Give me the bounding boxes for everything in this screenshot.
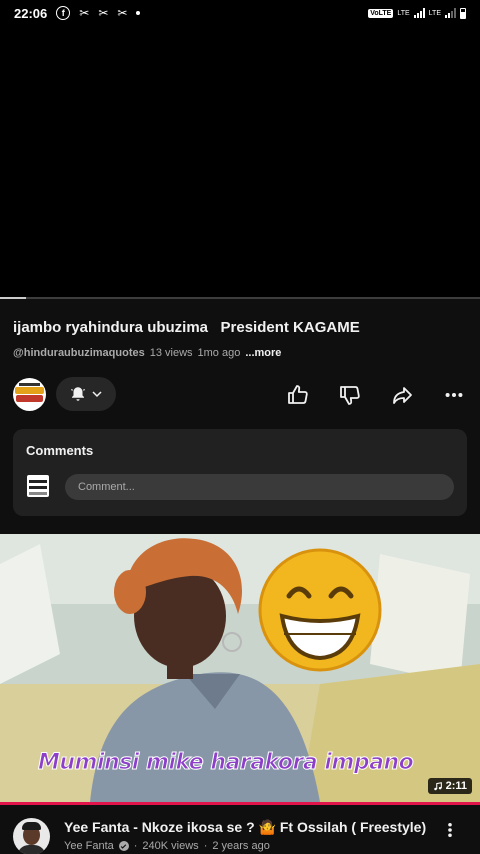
duration-badge: 2:11 xyxy=(427,778,472,794)
status-time: 22:06 xyxy=(14,5,48,21)
status-bar: 22:06 f ✂ ✂ ✂ VoLTE LTE LTE xyxy=(0,0,480,26)
capcut-icon: ✂ xyxy=(98,6,109,20)
share-button[interactable] xyxy=(389,382,415,408)
share-icon xyxy=(393,387,412,404)
watched-progress-bar xyxy=(0,802,480,805)
subscription-bell-button[interactable] xyxy=(56,377,116,411)
battery-icon xyxy=(460,7,466,19)
lte-label: LTE xyxy=(428,9,441,17)
recommended-video-thumbnail[interactable]: Muminsi mike harakora impano 2:11 xyxy=(0,534,480,802)
recommended-view-count: 240K views xyxy=(142,840,199,852)
recommended-video-meta: Yee Fanta · 240K views · 2 years ago xyxy=(64,840,270,852)
verified-icon xyxy=(118,841,129,851)
dislike-button[interactable] xyxy=(337,382,363,408)
notification-dot-icon xyxy=(136,11,141,15)
meta-separator: · xyxy=(133,840,138,852)
player-progress-fill xyxy=(0,297,27,299)
comments-panel[interactable]: Comments Comment... xyxy=(13,429,467,516)
more-horizontal-icon xyxy=(445,392,463,398)
meta-separator: · xyxy=(203,840,208,852)
more-description-link[interactable]: ...more xyxy=(245,347,281,359)
like-button[interactable] xyxy=(285,382,311,408)
facebook-icon: f xyxy=(56,6,71,20)
music-note-icon xyxy=(433,781,442,790)
capcut-icon: ✂ xyxy=(79,6,90,20)
user-avatar xyxy=(27,475,49,497)
recommended-channel-avatar[interactable] xyxy=(13,818,50,854)
more-vertical-icon xyxy=(448,822,452,838)
upload-age: 1mo ago xyxy=(197,347,241,359)
view-count: 13 views xyxy=(149,347,193,359)
chevron-down-icon xyxy=(92,391,102,398)
recommended-video-row[interactable]: Yee Fanta - Nkoze ikosa se ? 🤷 Ft Ossila… xyxy=(0,810,480,854)
bell-icon xyxy=(70,387,86,401)
player-progress-bar[interactable] xyxy=(0,297,480,299)
comment-input[interactable]: Comment... xyxy=(65,474,454,500)
video-title[interactable]: ijambo ryahindura ubuzima President KAGA… xyxy=(13,319,360,336)
duration-text: 2:11 xyxy=(445,780,467,792)
recommended-channel-name[interactable]: Yee Fanta xyxy=(64,840,114,852)
video-meta[interactable]: @hinduraubuzimaquotes 13 views 1mo ago .… xyxy=(13,347,281,359)
more-actions-button[interactable] xyxy=(441,382,467,408)
action-row xyxy=(0,374,480,414)
comments-title: Comments xyxy=(26,443,94,458)
volte-badge: VoLTE xyxy=(368,8,394,18)
recommended-upload-age: 2 years ago xyxy=(212,840,270,852)
thumbs-down-icon xyxy=(340,386,360,405)
recommended-more-button[interactable] xyxy=(440,820,460,840)
thumbs-up-icon xyxy=(288,385,308,404)
lte-label: LTE xyxy=(397,9,410,17)
channel-avatar[interactable] xyxy=(13,378,46,411)
capcut-icon: ✂ xyxy=(117,6,128,20)
signal-icon xyxy=(413,8,425,18)
signal-icon xyxy=(445,8,456,18)
video-player[interactable] xyxy=(0,26,480,298)
channel-handle[interactable]: @hinduraubuzimaquotes xyxy=(13,347,145,359)
thumbnail-caption: Muminsi mike harakora impano xyxy=(37,750,414,776)
recommended-video-title[interactable]: Yee Fanta - Nkoze ikosa se ? 🤷 Ft Ossila… xyxy=(64,819,426,836)
